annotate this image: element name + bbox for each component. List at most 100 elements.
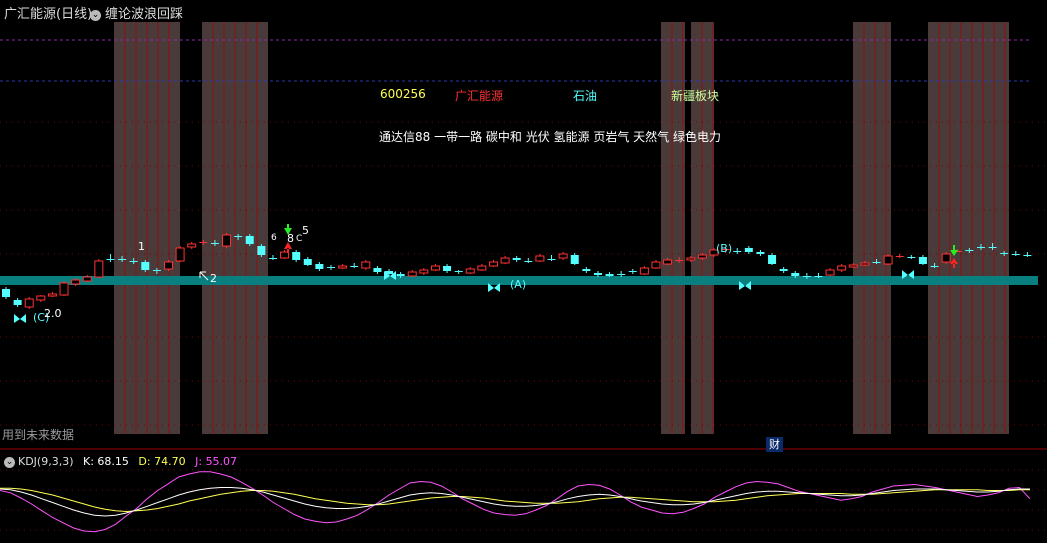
wave-label-1: 1 — [138, 240, 145, 253]
candle-body — [860, 262, 870, 266]
candle-body — [350, 266, 359, 267]
candle-body — [617, 274, 626, 275]
indicator-selector[interactable]: ⌄ 缠论波浪回踩 — [90, 3, 183, 22]
shaded-zone — [661, 22, 685, 434]
kdj-d: D: 74.70 — [138, 455, 185, 468]
candle — [918, 255, 927, 265]
candle-body — [547, 259, 556, 260]
candle-body — [13, 300, 22, 305]
sector-label: 新疆板块 — [671, 89, 720, 103]
candle-body — [907, 257, 916, 258]
concept-labels: 通达信88 一带一路 碳中和 光伏 氢能源 页岩气 天然气 绿色电力 — [379, 130, 721, 144]
candle — [756, 250, 765, 256]
candle-body — [47, 293, 57, 297]
candle-body — [477, 265, 487, 271]
future-data-notice: 用到未来数据 — [2, 428, 75, 442]
candle — [477, 264, 487, 271]
kdj-name[interactable]: KDJ(9,3,3) — [18, 455, 74, 468]
wave-label-c-small: C — [296, 234, 302, 244]
candle-body — [454, 271, 463, 272]
candle — [883, 254, 893, 265]
candle-body — [976, 247, 985, 248]
candle-body — [1000, 253, 1009, 254]
candle-body — [315, 264, 324, 269]
candle-body — [163, 261, 173, 270]
candle — [733, 248, 742, 254]
candle-body — [443, 266, 452, 271]
candle-body — [106, 259, 115, 260]
candle-body — [524, 261, 533, 262]
candle-body — [791, 273, 800, 276]
candle-body — [639, 267, 649, 275]
shaded-zone — [853, 22, 891, 434]
kdj-j-value: 55.07 — [205, 455, 238, 468]
candle — [941, 252, 951, 264]
candle — [187, 242, 197, 249]
butterfly-icon — [14, 314, 26, 323]
chevron-down-icon[interactable]: ⌄ — [90, 10, 101, 21]
candle — [488, 260, 498, 267]
candle-body — [118, 259, 127, 260]
candle-body — [558, 253, 568, 259]
candle — [837, 264, 847, 272]
candle-body — [129, 261, 138, 262]
candle — [825, 268, 835, 276]
wave-label-2: 2 — [210, 272, 217, 285]
candle — [419, 268, 429, 275]
candle-body — [222, 234, 232, 247]
candle-body — [465, 268, 475, 274]
candle — [628, 269, 637, 274]
wave-label-B: (B) — [716, 242, 732, 255]
candle-body — [837, 265, 847, 271]
candle-body — [535, 255, 545, 262]
candle — [163, 260, 173, 271]
kdj-d-label: D: — [138, 455, 151, 468]
candle — [59, 281, 69, 296]
candle-body — [268, 258, 277, 259]
stock-title: 广汇能源(日线) — [4, 7, 93, 22]
candle-body — [697, 254, 707, 259]
candle-body — [326, 267, 335, 268]
stock-code: 600256 — [380, 87, 426, 101]
kdj-j: J: 55.07 — [195, 455, 237, 468]
candle — [94, 259, 104, 278]
candle-body — [593, 273, 602, 275]
candle-body — [175, 247, 185, 262]
candle-body — [825, 269, 835, 276]
candle-body — [373, 268, 382, 272]
candle-body — [430, 265, 440, 271]
candle — [1011, 251, 1020, 256]
candle-body — [965, 250, 974, 251]
candle-body — [663, 259, 673, 265]
candle — [524, 258, 533, 263]
kdj-k-label: K: — [83, 455, 94, 468]
candle — [465, 267, 475, 274]
kdj-legend: ⌄ KDJ(9,3,3) K: 68.15 D: 74.70 J: 55.07 — [4, 455, 243, 468]
candle — [292, 250, 301, 262]
candle-body — [234, 236, 243, 237]
candle-body — [675, 260, 684, 261]
candle-body — [1011, 254, 1020, 255]
candle — [175, 246, 185, 262]
candle — [454, 270, 463, 274]
candle-body — [883, 255, 893, 265]
candle-body — [988, 247, 997, 248]
candle-body — [338, 265, 348, 269]
candle — [47, 292, 57, 297]
candle-body — [1023, 255, 1032, 256]
candle — [570, 253, 579, 265]
candle-body — [292, 252, 301, 260]
candle-body — [512, 258, 521, 260]
kdj-lines — [0, 471, 1031, 533]
candle — [315, 262, 324, 271]
shaded-zone — [928, 22, 1009, 434]
candle-body — [686, 257, 696, 261]
candle — [326, 265, 335, 270]
candle-body — [71, 279, 81, 285]
candle — [535, 254, 545, 262]
candle — [1023, 252, 1032, 257]
candle-body — [199, 242, 208, 243]
candle-body — [628, 271, 637, 272]
finance-marker[interactable]: 财 — [766, 437, 783, 452]
chevron-down-icon[interactable]: ⌄ — [4, 457, 15, 468]
